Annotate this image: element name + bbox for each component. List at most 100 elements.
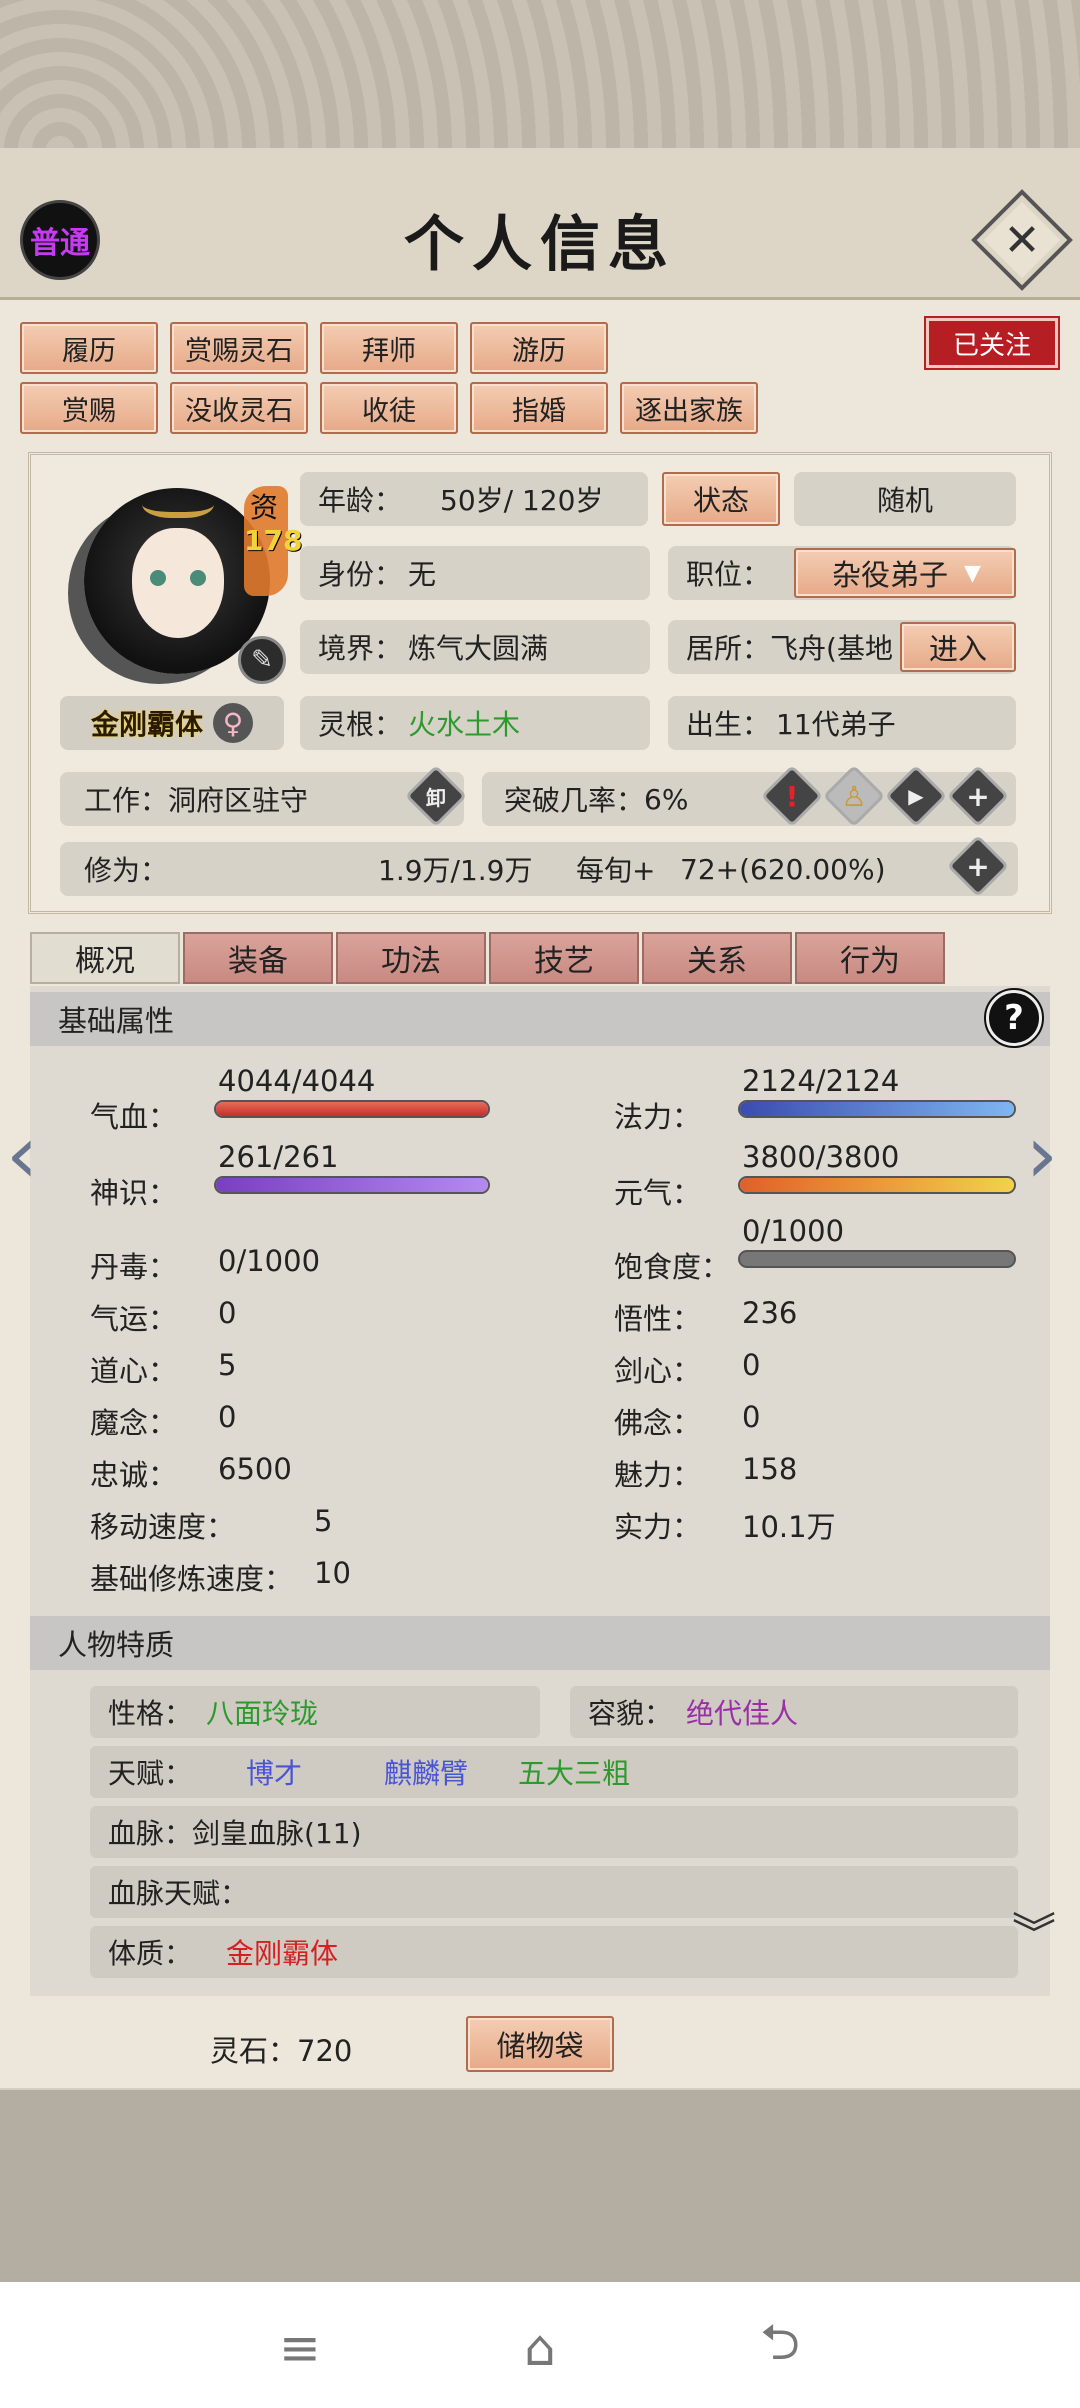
aptitude-value: 178 xyxy=(244,524,303,557)
home-icon[interactable]: ⌂ xyxy=(510,2318,570,2378)
yuanqi-bar xyxy=(738,1176,1016,1194)
tab-techniques[interactable]: 功法 xyxy=(336,932,486,984)
identity-label: 身份： xyxy=(318,558,403,591)
yuanqi-value: 3800/3800 xyxy=(742,1140,900,1174)
stat-value: 158 xyxy=(742,1452,798,1486)
birth-pill: 出生： 11代弟子 xyxy=(668,696,1016,750)
spirit-root-pill: 灵根： 火水土木 xyxy=(300,696,650,750)
realm-value: 炼气大圆满 xyxy=(408,632,549,665)
top-decoration xyxy=(0,0,1080,148)
female-icon: ♀ xyxy=(213,703,253,743)
stat-label: 剑心： xyxy=(614,1354,702,1388)
satiety-bar xyxy=(738,1250,1016,1268)
talent-item[interactable]: 博才 xyxy=(246,1752,302,1792)
physique-value[interactable]: 金刚霸体 xyxy=(226,1932,338,1972)
section-basic-attributes: 基础属性 xyxy=(30,992,1050,1046)
expel-button[interactable]: 逐出家族 xyxy=(620,382,758,434)
stat-value: 5 xyxy=(218,1348,237,1382)
take-disciple-button[interactable]: 收徒 xyxy=(320,382,458,434)
apprentice-button[interactable]: 拜师 xyxy=(320,322,458,374)
residence-value: 飞舟(基地 xyxy=(770,632,893,665)
eye-icon xyxy=(190,570,206,586)
eye-icon xyxy=(150,570,166,586)
age-pill: 年龄： 50岁/ 120岁 xyxy=(300,472,648,526)
next-character-arrow-icon[interactable]: › xyxy=(1026,1108,1058,1201)
shenshi-bar xyxy=(214,1176,490,1194)
plus-icon: + xyxy=(966,849,990,883)
per-period-value: 72+(620.00%) xyxy=(680,852,886,886)
body-type-pill: 金刚霸体 ♀ xyxy=(60,696,284,750)
age-label: 年龄： xyxy=(318,484,403,517)
stat-label: 移动速度： xyxy=(90,1510,236,1544)
enter-button[interactable]: 进入 xyxy=(900,622,1016,672)
back-icon[interactable]: ⮌ xyxy=(750,2313,810,2378)
fali-bar xyxy=(738,1100,1016,1118)
yuanqi-label: 元气： xyxy=(614,1176,702,1210)
work-value: 洞府区驻守 xyxy=(168,784,309,817)
qixue-label: 气血： xyxy=(90,1100,178,1134)
tab-overview[interactable]: 概况 xyxy=(30,932,180,984)
storage-bag-button[interactable]: 储物袋 xyxy=(466,2016,614,2072)
reward-button[interactable]: 赏赐 xyxy=(20,382,158,434)
page-title: 个人信息 xyxy=(404,210,676,280)
talent-item[interactable]: 五大三粗 xyxy=(518,1752,630,1792)
looks-label: 容貌： xyxy=(588,1697,673,1730)
spirit-root-value: 火水土木 xyxy=(408,708,521,741)
cultivation-pill: 修为： 1.9万/1.9万 每旬+ 72+(620.00%) xyxy=(60,842,1018,896)
position-label: 职位： xyxy=(686,558,771,591)
stat-value: 5 xyxy=(314,1504,333,1538)
realm-pill: 境界： 炼气大圆满 xyxy=(300,620,650,674)
meditation-figure-icon: ♙ xyxy=(841,779,867,813)
shenshi-label: 神识： xyxy=(90,1176,178,1210)
followed-badge[interactable]: 已关注 xyxy=(924,316,1060,370)
chevron-down-icon: ▼ xyxy=(964,560,981,586)
realm-label: 境界： xyxy=(318,632,403,665)
cultivation-label: 修为： xyxy=(84,854,169,887)
tab-skills[interactable]: 技艺 xyxy=(489,932,639,984)
residence-label: 居所： xyxy=(686,632,771,665)
satiety-label: 饱食度： xyxy=(614,1250,731,1284)
spirit-stone-label-text: 灵石： xyxy=(210,2034,298,2068)
stat-label: 魅力： xyxy=(614,1458,702,1492)
age-value: 50岁/ 120岁 xyxy=(440,484,604,517)
tab-equipment[interactable]: 装备 xyxy=(183,932,333,984)
qixue-value: 4044/4044 xyxy=(218,1064,376,1098)
breakthrough-label: 突破几率： xyxy=(504,784,645,817)
position-dropdown[interactable]: 杂役弟子 ▼ xyxy=(794,548,1016,598)
confiscate-stone-button[interactable]: 没收灵石 xyxy=(170,382,308,434)
cultivation-value: 1.9万/1.9万 xyxy=(378,854,533,887)
stat-label: 丹毒： xyxy=(90,1250,178,1284)
random-button[interactable]: 随机 xyxy=(794,472,1016,526)
arrange-marriage-button[interactable]: 指婚 xyxy=(470,382,608,434)
prev-character-arrow-icon[interactable]: ‹ xyxy=(6,1108,38,1201)
talent-item[interactable]: 麒麟臂 xyxy=(384,1752,468,1792)
edit-pencil-icon[interactable]: ✎ xyxy=(238,636,286,684)
travel-button[interactable]: 游历 xyxy=(470,322,608,374)
stat-label: 气运： xyxy=(90,1302,178,1336)
spirit-stone-label: 灵石：720 xyxy=(210,2028,352,2070)
panel-bottom-edge xyxy=(0,2088,1080,2090)
menu-icon[interactable]: ≡ xyxy=(270,2318,330,2378)
stat-value: 0 xyxy=(218,1400,237,1434)
status-button[interactable]: 状态 xyxy=(662,472,780,526)
work-label: 工作： xyxy=(84,784,169,817)
scroll-down-chevron-icon[interactable]: ︾ xyxy=(1012,1913,1056,1957)
talent-row: 天赋： 博才 麒麟臂 五大三粗 xyxy=(90,1746,1018,1798)
bloodline-value[interactable]: 剑皇血脉(11) xyxy=(192,1812,361,1852)
qixue-bar xyxy=(214,1100,490,1118)
identity-pill: 身份： 无 xyxy=(300,546,650,600)
breakthrough-value: 6% xyxy=(644,782,689,816)
stat-label: 佛念： xyxy=(614,1406,702,1440)
tab-relations[interactable]: 关系 xyxy=(642,932,792,984)
stat-value: 10.1万 xyxy=(742,1510,836,1544)
crown-icon xyxy=(142,484,214,518)
help-button[interactable]: ? xyxy=(984,988,1044,1048)
avatar-face xyxy=(132,528,224,638)
spirit-root-label: 灵根： xyxy=(318,708,403,741)
personality-row: 性格： 八面玲珑 xyxy=(90,1686,540,1738)
tab-behavior[interactable]: 行为 xyxy=(795,932,945,984)
stat-label: 魔念： xyxy=(90,1406,178,1440)
reward-stone-button[interactable]: 赏赐灵石 xyxy=(170,322,308,374)
looks-row: 容貌： 绝代佳人 xyxy=(570,1686,1018,1738)
resume-button[interactable]: 履历 xyxy=(20,322,158,374)
